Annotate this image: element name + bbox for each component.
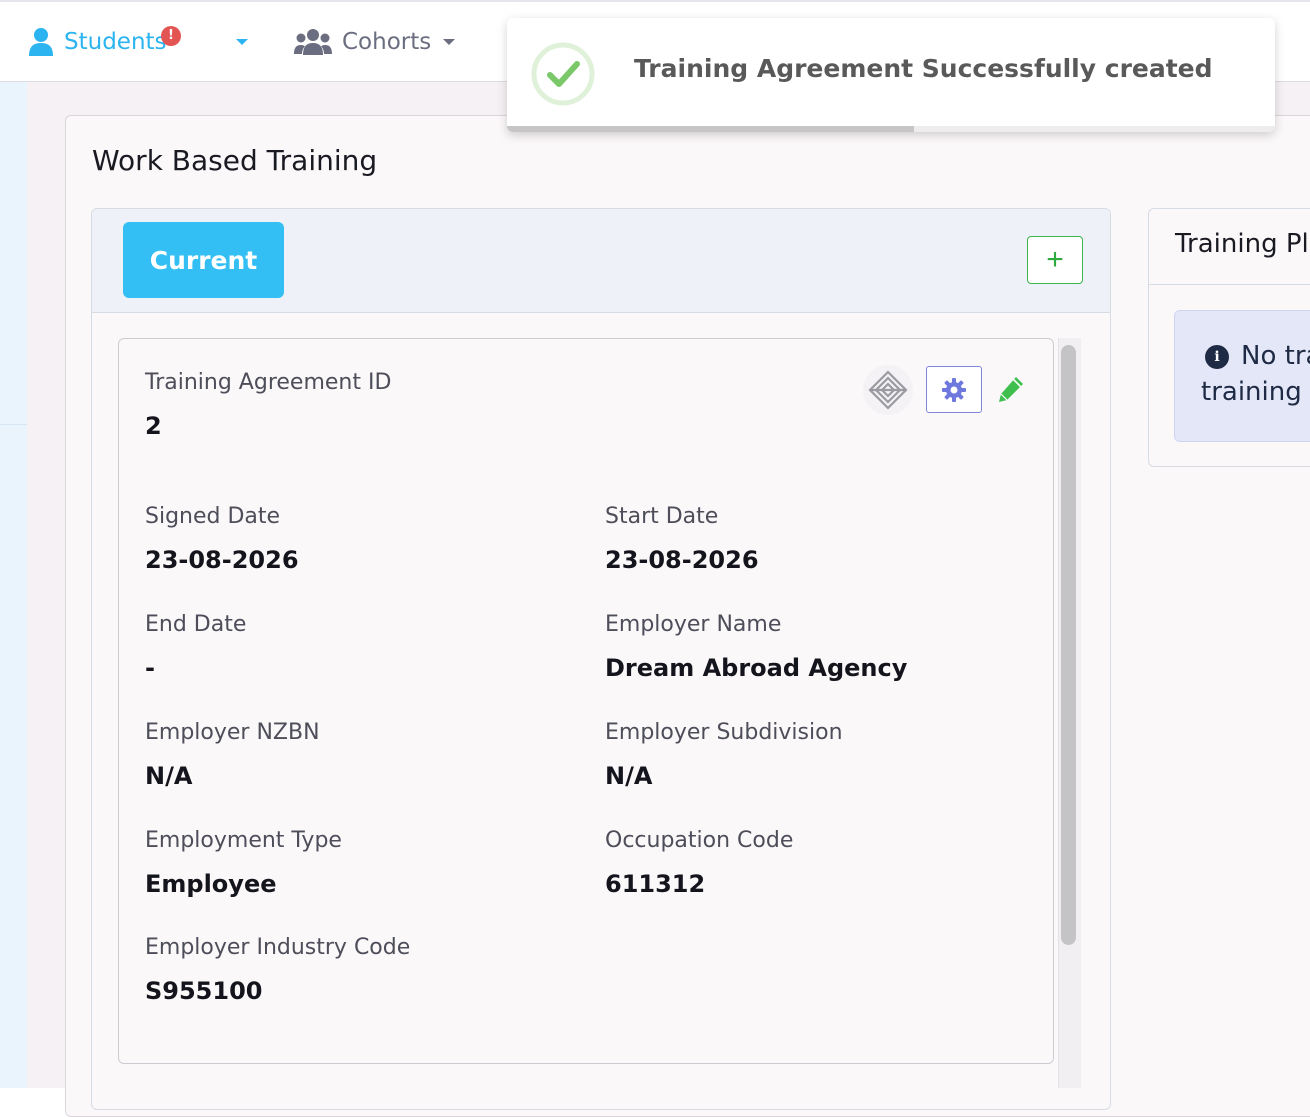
- employer-subdivision-label: Employer Subdivision: [605, 720, 843, 745]
- toast-message: Training Agreement Successfully created: [634, 54, 1213, 83]
- agreement-id-label: Training Agreement ID: [145, 370, 392, 395]
- info-text-line1: No tra: [1241, 341, 1310, 371]
- info-text-line2: training p: [1201, 377, 1310, 407]
- end-date-label: End Date: [145, 612, 247, 637]
- employer-name-label: Employer Name: [605, 612, 782, 637]
- occupation-code-label: Occupation Code: [605, 828, 794, 853]
- employment-type-label: Employment Type: [145, 828, 342, 853]
- provider-logo-icon: [863, 365, 913, 415]
- tab-current[interactable]: Current: [123, 222, 284, 298]
- success-toast[interactable]: Training Agreement Successfully created: [507, 18, 1275, 132]
- training-plan-card: Training Pla i No tra training p: [1148, 208, 1310, 467]
- signed-date-label: Signed Date: [145, 504, 281, 529]
- pencil-edit-icon[interactable]: [996, 374, 1026, 404]
- toast-progress-bar: [507, 126, 915, 132]
- employer-industry-code-value: S955100: [145, 977, 263, 1005]
- nav-students-label: Students: [64, 29, 167, 55]
- alert-icon: !: [161, 26, 181, 46]
- check-circle-icon: [531, 42, 595, 106]
- nav-students[interactable]: Students: [28, 2, 167, 82]
- agreement-id-value: 2: [145, 412, 162, 440]
- info-icon: i: [1205, 345, 1229, 369]
- info-alert: i No tra training p: [1174, 310, 1310, 442]
- users-group-icon: [294, 29, 332, 55]
- occupation-code-value: 611312: [605, 870, 706, 898]
- sidebar-strip: [0, 82, 27, 1088]
- employer-name-value: Dream Abroad Agency: [605, 654, 908, 682]
- training-plan-title: Training Pla: [1175, 229, 1310, 259]
- start-date-value: 23-08-2026: [605, 546, 759, 574]
- chevron-down-icon: [236, 39, 248, 45]
- panel-title: Work Based Training: [92, 144, 378, 177]
- employer-industry-code-label: Employer Industry Code: [145, 935, 411, 960]
- employment-type-value: Employee: [145, 870, 277, 898]
- scrollbar-thumb[interactable]: [1061, 345, 1076, 945]
- employer-nzbn-value: N/A: [145, 762, 193, 790]
- end-date-value: -: [145, 654, 155, 682]
- students-dropdown-toggle[interactable]: [236, 2, 248, 82]
- chevron-down-icon: [443, 39, 456, 45]
- start-date-label: Start Date: [605, 504, 719, 529]
- gear-icon: [942, 377, 966, 402]
- nav-cohorts[interactable]: Cohorts: [294, 2, 456, 82]
- training-plan-header: Training Pla: [1149, 209, 1310, 285]
- user-icon: [29, 28, 53, 56]
- settings-button[interactable]: [926, 366, 982, 413]
- employer-subdivision-value: N/A: [605, 762, 653, 790]
- signed-date-value: 23-08-2026: [145, 546, 299, 574]
- employer-nzbn-label: Employer NZBN: [145, 720, 320, 745]
- agreements-card-header: Current +: [92, 209, 1110, 313]
- add-agreement-button[interactable]: +: [1027, 236, 1083, 284]
- plus-icon: +: [1046, 243, 1064, 276]
- nav-cohorts-label: Cohorts: [342, 29, 432, 55]
